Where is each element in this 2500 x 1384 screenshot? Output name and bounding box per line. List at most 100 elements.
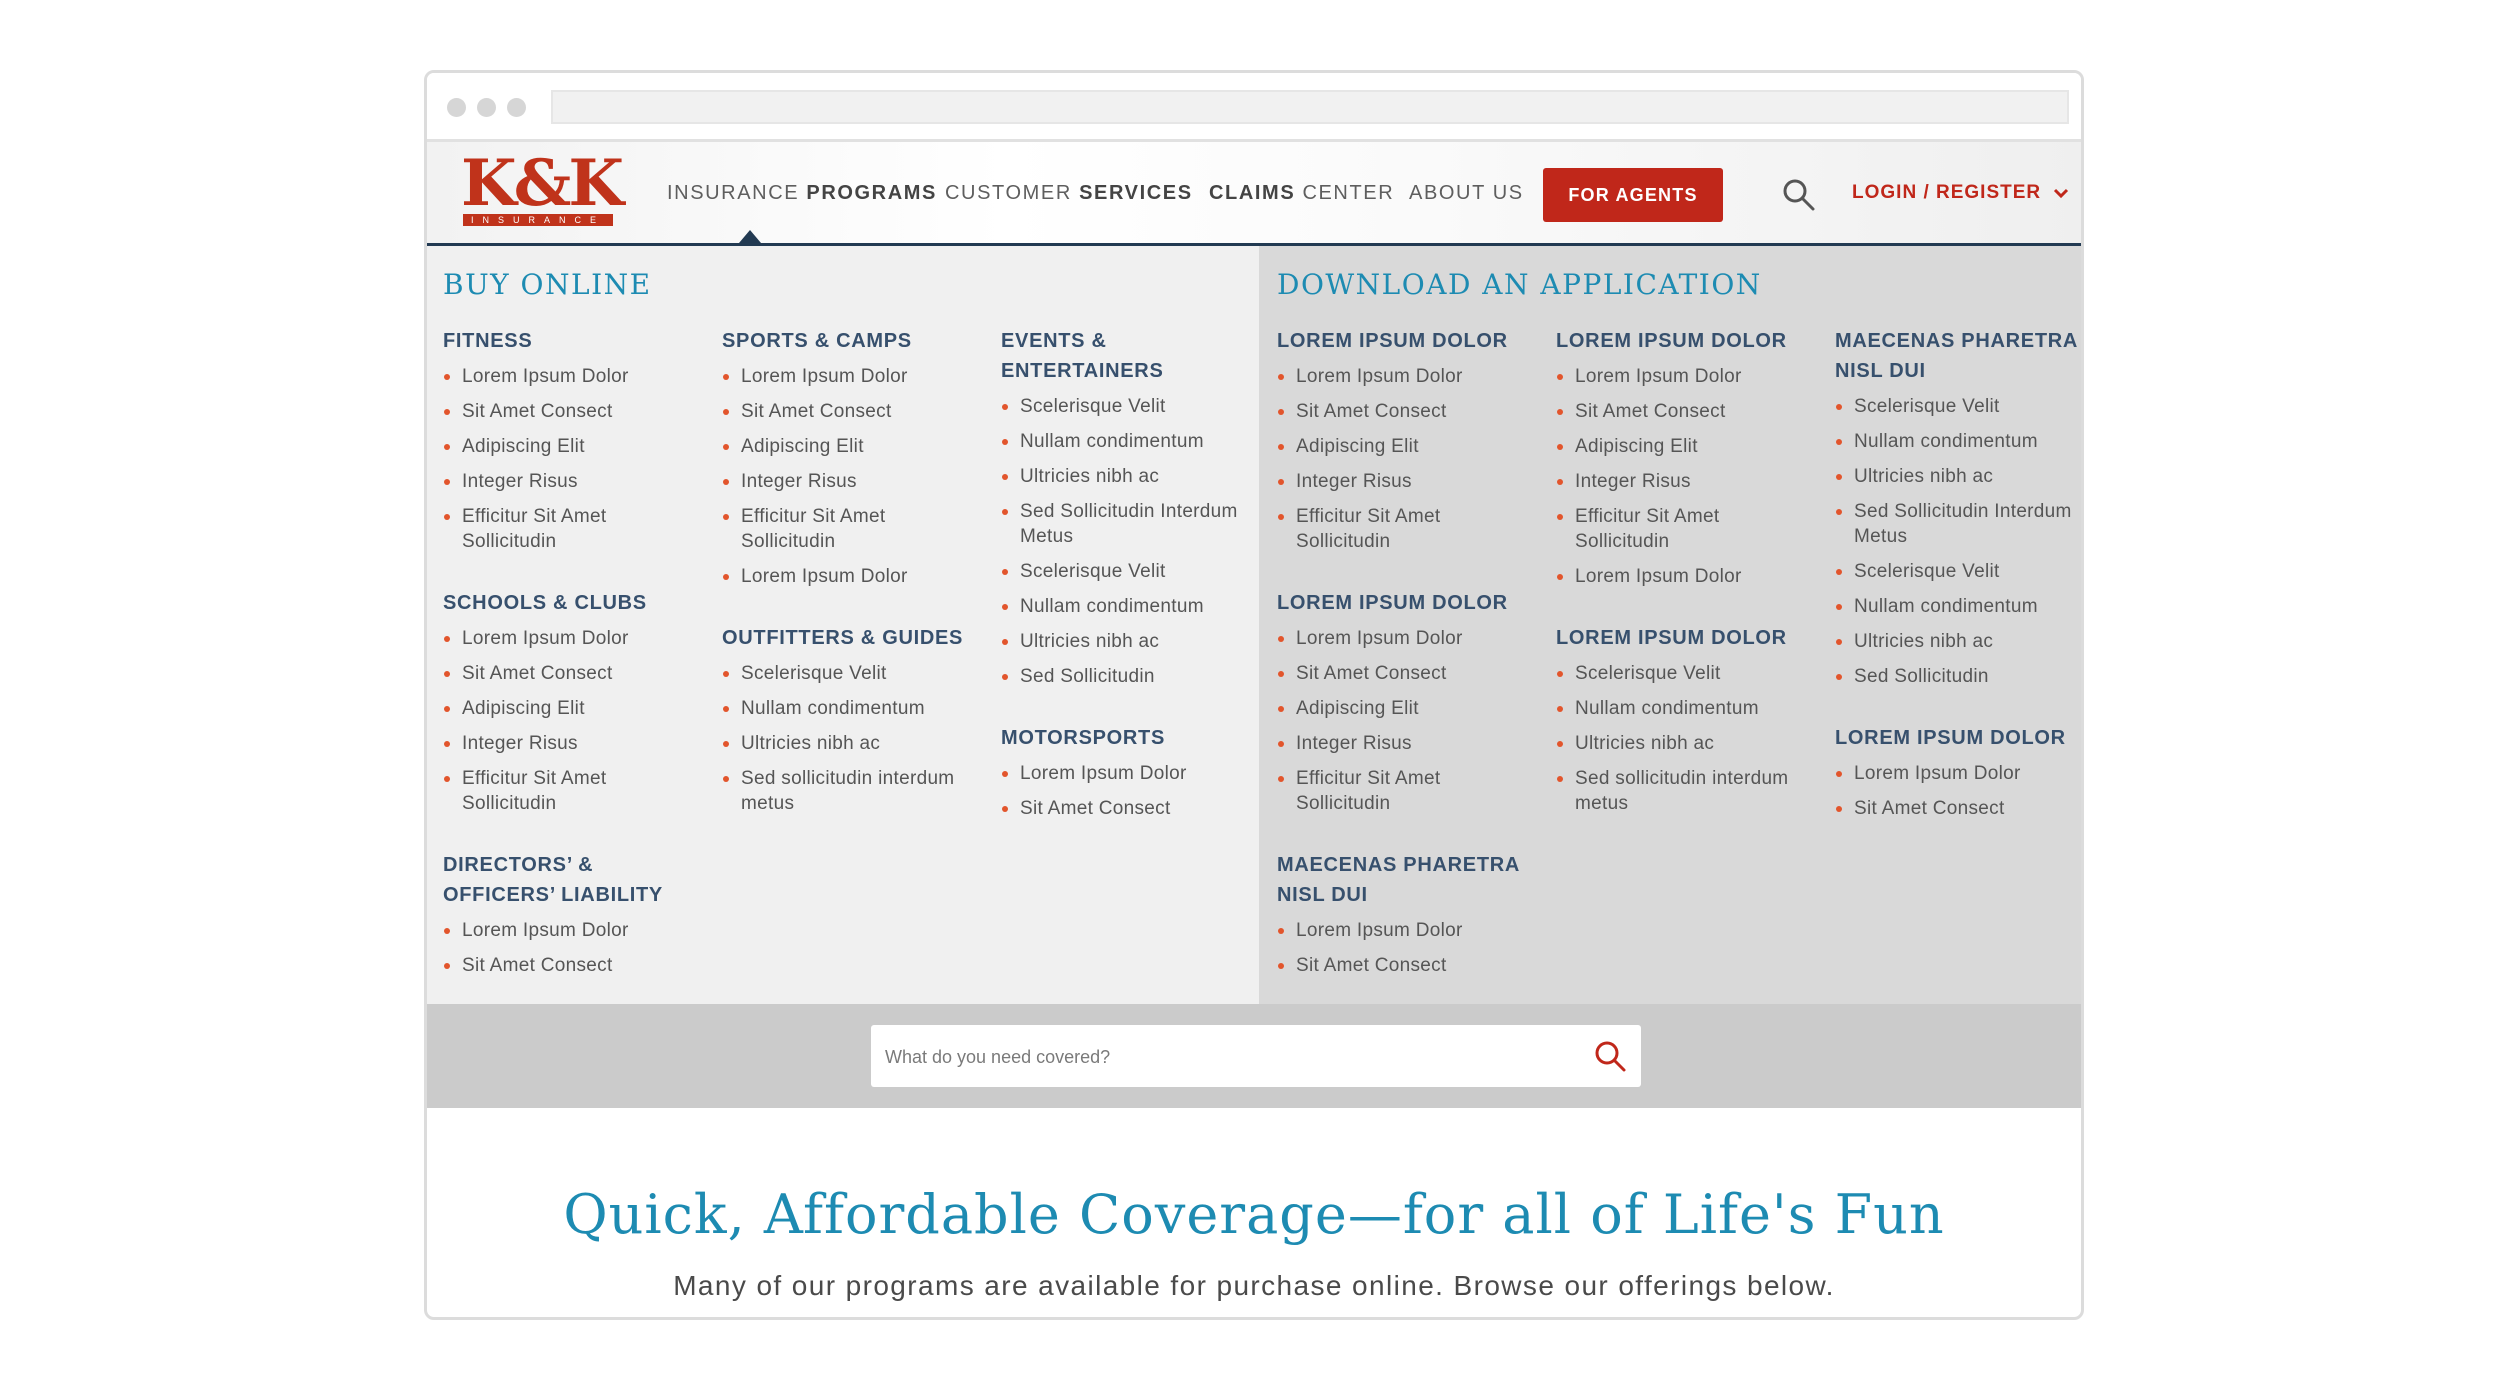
- menu-link[interactable]: Sed sollicitudin interdum metus: [722, 766, 984, 816]
- menu-category-heading[interactable]: OUTFITTERS & GUIDES: [722, 623, 984, 653]
- menu-category-heading[interactable]: LOREM IPSUM DOLOR: [1277, 326, 1539, 356]
- menu-category-heading[interactable]: MAECENAS PHARETRA NISL DUI: [1277, 850, 1539, 910]
- close-dot-icon[interactable]: [447, 98, 466, 117]
- menu-link[interactable]: Lorem Ipsum Dolor: [1277, 918, 1539, 943]
- search-submit-icon[interactable]: [1593, 1039, 1627, 1073]
- menu-link[interactable]: Sit Amet Consect: [1835, 796, 2081, 821]
- menu-link[interactable]: Scelerisque Velit: [722, 661, 984, 686]
- menu-link[interactable]: Efficitur Sit Amet Sollicitudin: [443, 504, 705, 554]
- menu-category-heading[interactable]: LOREM IPSUM DOLOR: [1835, 723, 2081, 753]
- menu-link[interactable]: Lorem Ipsum Dolor: [1277, 626, 1539, 651]
- menu-link[interactable]: Nullam condimentum: [1001, 429, 1263, 454]
- menu-link[interactable]: Scelerisque Velit: [1835, 394, 2081, 419]
- menu-link[interactable]: Nullam condimentum: [722, 696, 984, 721]
- menu-link[interactable]: Lorem Ipsum Dolor: [443, 364, 705, 389]
- menu-link[interactable]: Ultricies nibh ac: [1835, 629, 2081, 654]
- menu-link[interactable]: Efficitur Sit Amet Sollicitudin: [722, 504, 984, 554]
- menu-link[interactable]: Efficitur Sit Amet Sollicitudin: [1556, 504, 1818, 554]
- menu-link[interactable]: Sit Amet Consect: [443, 953, 705, 978]
- menu-link[interactable]: Lorem Ipsum Dolor: [1001, 761, 1263, 786]
- menu-link[interactable]: Sit Amet Consect: [1001, 796, 1263, 821]
- menu-category-heading[interactable]: LOREM IPSUM DOLOR: [1277, 588, 1539, 618]
- search-icon[interactable]: [1782, 178, 1816, 212]
- menu-link[interactable]: Integer Risus: [722, 469, 984, 494]
- menu-category-heading[interactable]: MOTORSPORTS: [1001, 723, 1263, 753]
- menu-link[interactable]: Lorem Ipsum Dolor: [1556, 364, 1818, 389]
- menu-link[interactable]: Nullam condimentum: [1835, 594, 2081, 619]
- menu-link[interactable]: Lorem Ipsum Dolor: [1277, 364, 1539, 389]
- menu-link[interactable]: Nullam condimentum: [1835, 429, 2081, 454]
- menu-link[interactable]: Adipiscing Elit: [1556, 434, 1818, 459]
- browser-chrome: [427, 73, 2081, 142]
- menu-category-heading[interactable]: MAECENAS PHARETRA NISL DUI: [1835, 326, 2081, 386]
- nav-customer-services[interactable]: Customer Services: [945, 182, 1193, 205]
- nav-insurance-programs[interactable]: Insurance Programs: [667, 182, 937, 205]
- login-register-menu[interactable]: LOGIN / REGISTER: [1852, 182, 2069, 204]
- menu-link[interactable]: Sed Sollicitudin Interdum Metus: [1835, 499, 2081, 549]
- menu-link[interactable]: Nullam condimentum: [1556, 696, 1818, 721]
- menu-link[interactable]: Lorem Ipsum Dolor: [722, 364, 984, 389]
- menu-link[interactable]: Ultricies nibh ac: [1556, 731, 1818, 756]
- kk-insurance-logo[interactable]: K&K INSURANCE: [461, 152, 624, 226]
- menu-link[interactable]: Scelerisque Velit: [1001, 559, 1263, 584]
- menu-link[interactable]: Sit Amet Consect: [443, 661, 705, 686]
- coverage-search-input[interactable]: [883, 1025, 1567, 1089]
- menu-link[interactable]: Sed sollicitudin interdum metus: [1556, 766, 1818, 816]
- nav-claims-center[interactable]: Claims Center: [1209, 182, 1394, 205]
- menu-link[interactable]: Nullam condimentum: [1001, 594, 1263, 619]
- menu-category-heading[interactable]: SCHOOLS & CLUBS: [443, 588, 705, 618]
- login-register-label: LOGIN / REGISTER: [1852, 182, 2042, 203]
- for-agents-button[interactable]: FOR AGENTS: [1543, 168, 1723, 222]
- menu-link[interactable]: Sit Amet Consect: [1277, 399, 1539, 424]
- menu-link[interactable]: Sed Sollicitudin Interdum Metus: [1001, 499, 1263, 549]
- menu-category-heading[interactable]: EVENTS & ENTERTAINERS: [1001, 326, 1263, 386]
- menu-link[interactable]: Sit Amet Consect: [443, 399, 705, 424]
- menu-link[interactable]: Lorem Ipsum Dolor: [722, 564, 984, 589]
- menu-link[interactable]: Sed Sollicitudin: [1835, 664, 2081, 689]
- menu-link[interactable]: Ultricies nibh ac: [1001, 464, 1263, 489]
- menu-link[interactable]: Lorem Ipsum Dolor: [1556, 564, 1818, 589]
- minimize-dot-icon[interactable]: [477, 98, 496, 117]
- menu-link[interactable]: Efficitur Sit Amet Sollicitudin: [1277, 766, 1539, 816]
- menu-link[interactable]: Sed Sollicitudin: [1001, 664, 1263, 689]
- menu-group: DIRECTORS’ & OFFICERS’ LIABILITY Lorem Ip…: [443, 850, 705, 978]
- menu-link[interactable]: Lorem Ipsum Dolor: [1835, 761, 2081, 786]
- menu-link[interactable]: Sit Amet Consect: [1556, 399, 1818, 424]
- menu-link[interactable]: Adipiscing Elit: [1277, 696, 1539, 721]
- menu-link[interactable]: Integer Risus: [1277, 469, 1539, 494]
- address-bar[interactable]: [551, 90, 2069, 124]
- menu-link[interactable]: Sit Amet Consect: [1277, 661, 1539, 686]
- download-column: LOREM IPSUM DOLOR Lorem Ipsum Dolor Sit Am…: [1277, 326, 1539, 1012]
- menu-category-heading[interactable]: LOREM IPSUM DOLOR: [1556, 623, 1818, 653]
- menu-link[interactable]: Integer Risus: [443, 469, 705, 494]
- buy-online-column: EVENTS & ENTERTAINERS Scelerisque Velit Nu…: [1001, 326, 1263, 855]
- menu-link[interactable]: Lorem Ipsum Dolor: [443, 918, 705, 943]
- menu-link[interactable]: Ultricies nibh ac: [1835, 464, 2081, 489]
- menu-link[interactable]: Integer Risus: [1277, 731, 1539, 756]
- nav-about-us[interactable]: About Us: [1409, 182, 1524, 205]
- menu-link[interactable]: Efficitur Sit Amet Sollicitudin: [443, 766, 705, 816]
- menu-link[interactable]: Sit Amet Consect: [1277, 953, 1539, 978]
- maximize-dot-icon[interactable]: [507, 98, 526, 117]
- menu-link[interactable]: Efficitur Sit Amet Sollicitudin: [1277, 504, 1539, 554]
- menu-link[interactable]: Integer Risus: [1556, 469, 1818, 494]
- menu-category-heading[interactable]: SPORTS & CAMPS: [722, 326, 984, 356]
- menu-category-heading[interactable]: LOREM IPSUM DOLOR: [1556, 326, 1818, 356]
- menu-category-heading[interactable]: FITNESS: [443, 326, 705, 356]
- nav-label-light: About Us: [1409, 182, 1524, 204]
- menu-link[interactable]: Lorem Ipsum Dolor: [443, 626, 705, 651]
- menu-link[interactable]: Sit Amet Consect: [722, 399, 984, 424]
- menu-link[interactable]: Adipiscing Elit: [443, 696, 705, 721]
- menu-link[interactable]: Ultricies nibh ac: [1001, 629, 1263, 654]
- menu-link[interactable]: Integer Risus: [443, 731, 705, 756]
- menu-link[interactable]: Scelerisque Velit: [1556, 661, 1818, 686]
- menu-link[interactable]: Scelerisque Velit: [1835, 559, 2081, 584]
- menu-link[interactable]: Scelerisque Velit: [1001, 394, 1263, 419]
- menu-link[interactable]: Adipiscing Elit: [443, 434, 705, 459]
- menu-link[interactable]: Adipiscing Elit: [722, 434, 984, 459]
- menu-link[interactable]: Ultricies nibh ac: [722, 731, 984, 756]
- menu-category-heading[interactable]: DIRECTORS’ & OFFICERS’ LIABILITY: [443, 850, 705, 910]
- download-application-title: DOWNLOAD AN APPLICATION: [1277, 268, 1762, 301]
- menu-link-list: Lorem Ipsum Dolor Sit Amet Consect: [1835, 761, 2081, 821]
- menu-link[interactable]: Adipiscing Elit: [1277, 434, 1539, 459]
